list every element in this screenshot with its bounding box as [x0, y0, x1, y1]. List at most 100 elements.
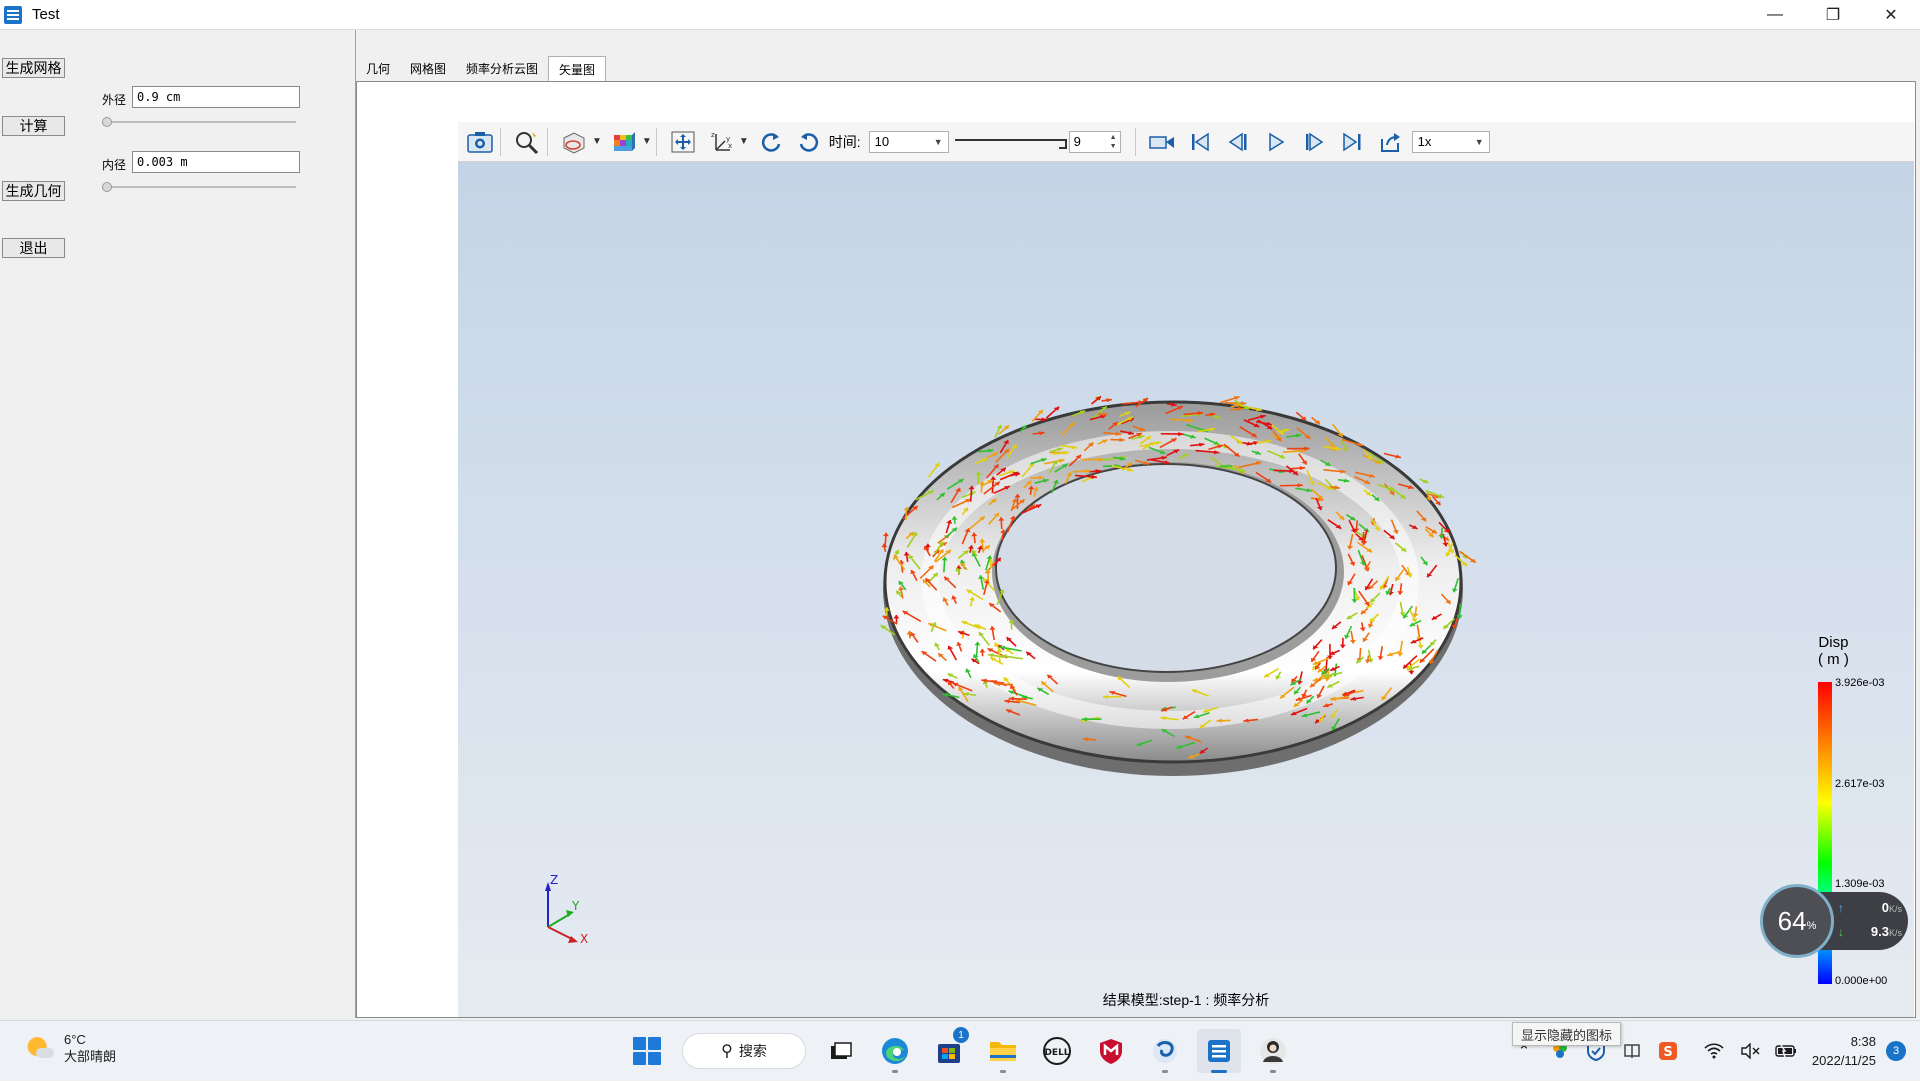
upload-arrow-icon: ↑: [1838, 901, 1844, 915]
download-row: ↓ 9.3K/s: [1838, 924, 1902, 939]
play-icon[interactable]: [1260, 127, 1292, 157]
display-mode-icon[interactable]: [558, 127, 590, 157]
windows-logo-icon: [633, 1037, 661, 1065]
avatar-icon: [1258, 1036, 1288, 1066]
task-view-button[interactable]: [819, 1029, 863, 1073]
previous-frame-icon[interactable]: [1222, 127, 1254, 157]
chevron-down-icon: ▼: [1475, 137, 1484, 147]
next-frame-icon[interactable]: [1298, 127, 1330, 157]
speed-select[interactable]: 1x ▼: [1412, 131, 1490, 153]
tab-mesh[interactable]: 网格图: [400, 56, 456, 80]
store-app[interactable]: 1: [927, 1029, 971, 1073]
window-controls: — ❐ ✕: [1746, 0, 1920, 30]
volume-muted-icon[interactable]: [1736, 1037, 1764, 1065]
slider-handle[interactable]: [1059, 139, 1067, 149]
battery-icon[interactable]: [1772, 1037, 1800, 1065]
export-icon[interactable]: [1374, 127, 1406, 157]
rotate-cw-icon[interactable]: [793, 127, 825, 157]
cpu-usage-gauge: 64%: [1760, 884, 1834, 958]
time-select[interactable]: 10 ▼: [869, 131, 949, 153]
torus-model[interactable]: Z Y X: [458, 162, 1914, 1017]
toolbar-separator: [1135, 128, 1136, 156]
clock-date: 2022/11/25: [1812, 1051, 1876, 1070]
hidden-icons-tooltip: 显示隐藏的图标: [1512, 1022, 1621, 1046]
axes-view-icon[interactable]: zyx: [705, 127, 737, 157]
store-badge: 1: [953, 1027, 969, 1043]
edge-app[interactable]: [873, 1029, 917, 1073]
swirl-app[interactable]: [1143, 1029, 1187, 1073]
download-arrow-icon: ↓: [1838, 925, 1844, 939]
network-monitor-widget[interactable]: ↑ 0K/s ↓ 9.3K/s 64%: [1760, 884, 1908, 958]
ime-tray-icon[interactable]: [1618, 1037, 1646, 1065]
legend-title: Disp ( m ): [1818, 634, 1849, 668]
viewer-toolbar: ▼ ▼ zyx ▼ 时间: 10 ▼ 9 ▲▼: [458, 122, 1914, 162]
folder-icon: [988, 1038, 1018, 1064]
mcafee-app[interactable]: [1089, 1029, 1133, 1073]
result-model-caption: 结果模型:step-1 : 频率分析: [458, 990, 1914, 1010]
start-button[interactable]: [625, 1029, 669, 1073]
tab-bar: 几何 网格图 频率分析云图 矢量图: [356, 56, 606, 82]
test-app[interactable]: [1197, 1029, 1241, 1073]
running-indicator: [1270, 1070, 1276, 1073]
frame-slider[interactable]: [955, 131, 1067, 153]
close-button[interactable]: ✕: [1862, 0, 1920, 30]
slider-thumb[interactable]: [102, 117, 112, 127]
3d-viewport[interactable]: Z Y X Disp ( m ) 3.926e-03 2.617e-03 1.3…: [458, 162, 1914, 1017]
upload-speed: 0: [1882, 900, 1889, 915]
generate-geometry-button[interactable]: 生成几何: [2, 181, 65, 201]
compute-button[interactable]: 计算: [2, 116, 65, 136]
weather-widget[interactable]: 6°C 大部晴朗: [26, 1031, 116, 1065]
taskbar-search[interactable]: ⚲ 搜索: [682, 1033, 806, 1069]
fit-view-icon[interactable]: [667, 127, 699, 157]
file-explorer-app[interactable]: [981, 1029, 1025, 1073]
dell-app[interactable]: DELL: [1035, 1029, 1079, 1073]
toolbar-separator: [500, 128, 501, 156]
record-video-icon[interactable]: [1146, 127, 1178, 157]
last-frame-icon[interactable]: [1336, 127, 1368, 157]
rotate-ccw-icon[interactable]: [755, 127, 787, 157]
chevron-down-icon[interactable]: ▼: [739, 136, 749, 147]
zoom-icon[interactable]: [511, 127, 543, 157]
outer-diameter-label: 外径: [102, 91, 126, 108]
outer-diameter-slider[interactable]: [102, 117, 296, 127]
tab-geometry[interactable]: 几何: [356, 56, 400, 80]
frame-spinbox[interactable]: 9 ▲▼: [1069, 131, 1121, 153]
partly-sunny-icon: [26, 1034, 54, 1062]
axis-x-label: X: [580, 932, 588, 946]
wifi-icon[interactable]: [1700, 1037, 1728, 1065]
inner-diameter-slider[interactable]: [102, 182, 296, 192]
avatar-app[interactable]: [1251, 1029, 1295, 1073]
color-cube-icon[interactable]: [608, 127, 640, 157]
download-speed: 9.3: [1871, 924, 1889, 939]
legend-max-value: 3.926e-03: [1835, 677, 1885, 689]
minimize-button[interactable]: —: [1746, 0, 1804, 30]
svg-text:z: z: [711, 131, 715, 139]
slider-thumb[interactable]: [102, 182, 112, 192]
clock[interactable]: 8:38 2022/11/25: [1812, 1032, 1876, 1070]
inner-diameter-input[interactable]: 0.003 m: [132, 151, 300, 173]
tab-frequency-contour[interactable]: 频率分析云图: [456, 56, 548, 80]
running-indicator: [1211, 1070, 1227, 1073]
task-view-icon: [828, 1040, 854, 1062]
sogou-s-icon[interactable]: S: [1654, 1037, 1682, 1065]
legend-unit: ( m ): [1818, 651, 1849, 668]
tab-vector[interactable]: 矢量图: [548, 56, 606, 82]
camera-icon[interactable]: [464, 127, 496, 157]
chevron-down-icon[interactable]: ▼: [592, 136, 602, 147]
toolbar-separator: [656, 128, 657, 156]
notification-badge[interactable]: 3: [1886, 1041, 1906, 1061]
first-frame-icon[interactable]: [1184, 127, 1216, 157]
window-title: Test: [32, 6, 60, 23]
weather-description: 大部晴朗: [64, 1048, 116, 1065]
legend-quantity: Disp: [1818, 634, 1849, 651]
svg-text:DELL: DELL: [1044, 1048, 1069, 1058]
generate-mesh-button[interactable]: 生成网格: [2, 58, 65, 78]
search-label: 搜索: [739, 1041, 767, 1061]
outer-diameter-input[interactable]: 0.9 cm: [132, 86, 300, 108]
exit-button[interactable]: 退出: [2, 238, 65, 258]
restore-button[interactable]: ❐: [1804, 0, 1862, 30]
weather-temperature: 6°C: [64, 1031, 116, 1048]
chevron-down-icon[interactable]: ▼: [642, 136, 652, 147]
spin-arrows-icon[interactable]: ▲▼: [1110, 133, 1117, 151]
time-select-value: 10: [875, 134, 889, 149]
